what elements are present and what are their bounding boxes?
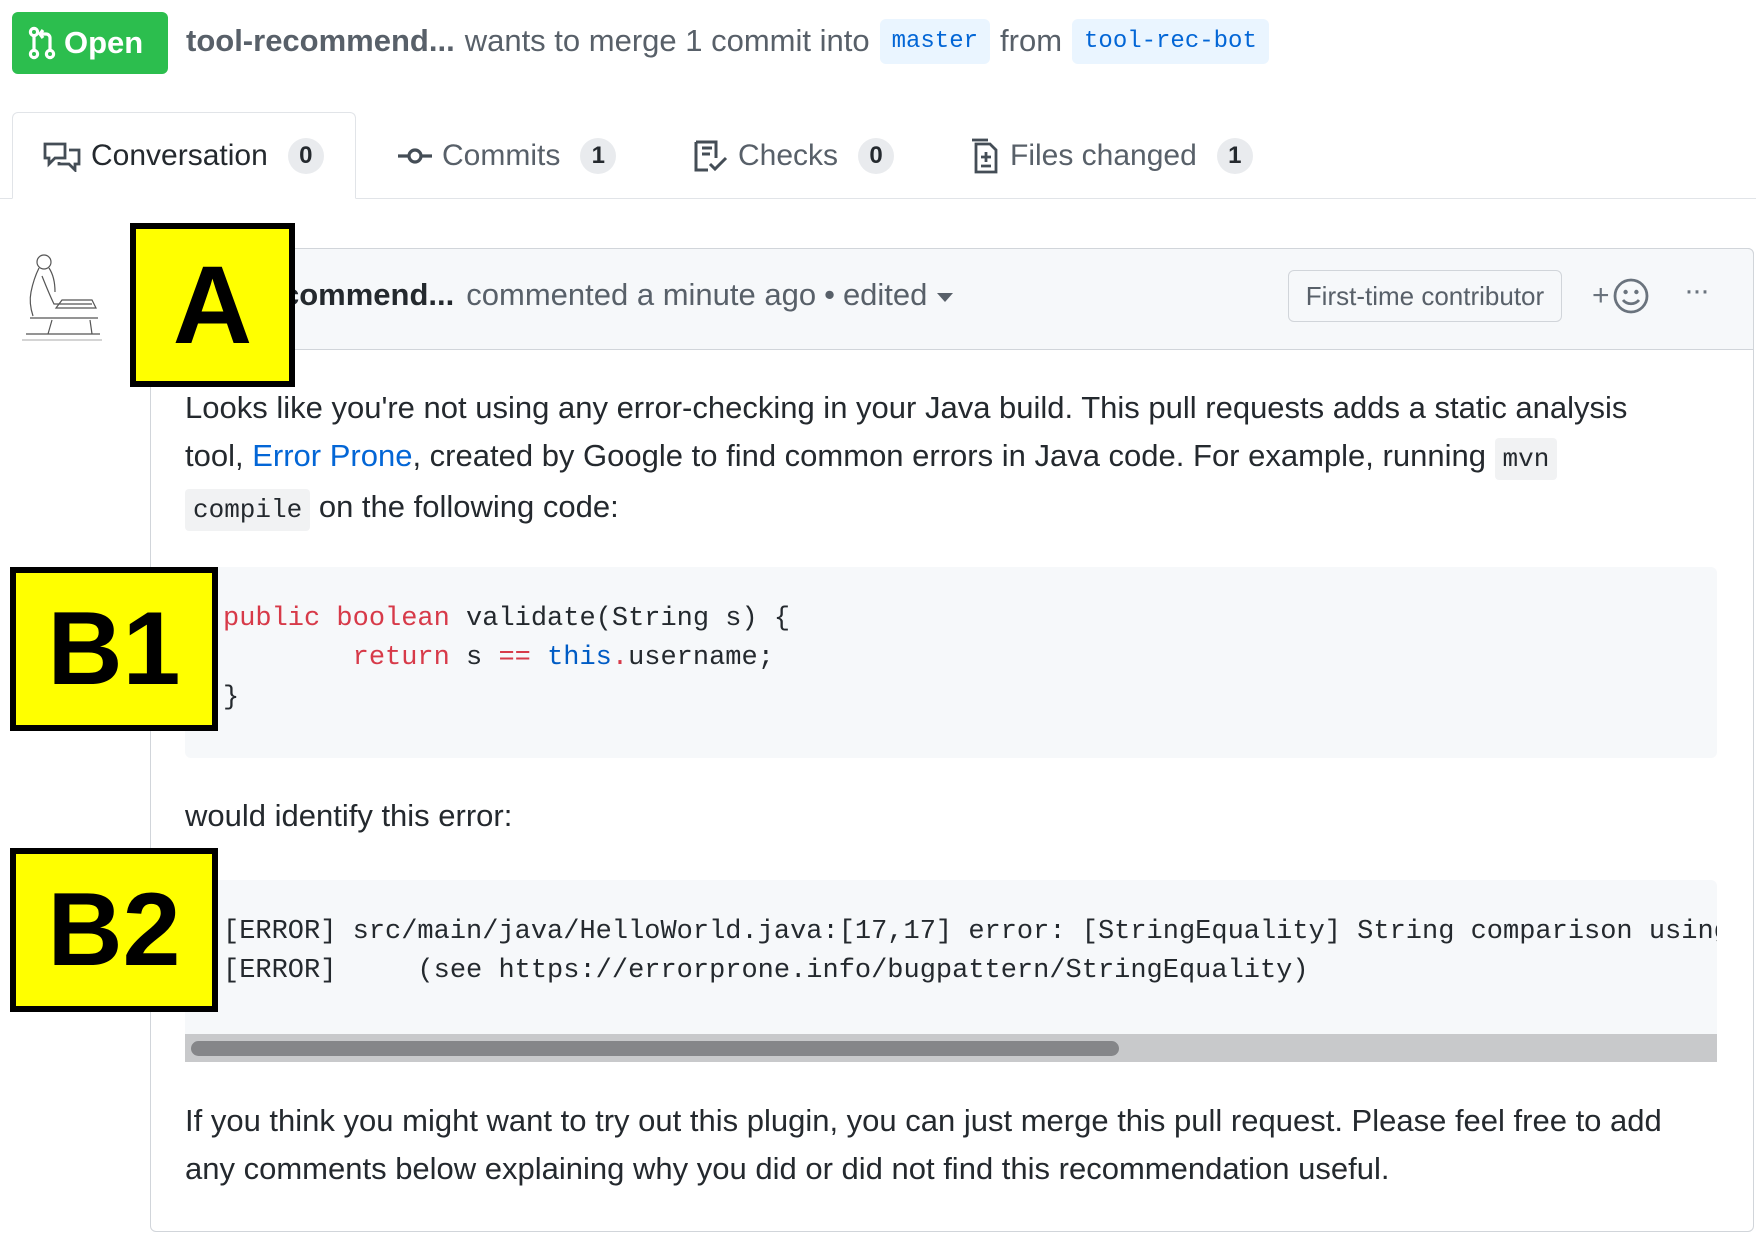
checklist-icon: [694, 140, 728, 171]
paragraph-3-line-1: If you think you might want to try out t…: [185, 1103, 1662, 1138]
file-diff-icon: [972, 138, 998, 173]
comment-author[interactable]: commend...: [282, 277, 454, 313]
code-text: username;: [628, 643, 774, 673]
code-block-error-output[interactable]: [ERROR] src/main/java/HelloWorld.java:[1…: [185, 880, 1717, 1034]
git-pull-request-icon: [28, 26, 56, 60]
code-dot: .: [611, 643, 629, 673]
plus-icon: +: [1592, 279, 1610, 312]
annotation-marker-b1: B1: [10, 567, 218, 731]
edited-dropdown[interactable]: edited: [843, 277, 927, 313]
code-line-3: }: [223, 683, 240, 713]
tab-checks-count: 0: [858, 137, 895, 174]
pr-state-label: Open: [64, 25, 144, 60]
code-line-1: public boolean validate(String s) {: [223, 604, 790, 634]
pr-from-text: from: [1000, 23, 1063, 58]
smiley-icon: [1613, 278, 1648, 314]
error-prone-link[interactable]: Error Prone: [252, 438, 412, 473]
pr-merge-text: wants to merge 1 commit into: [464, 23, 870, 58]
paragraph-1-line-2: tool, Error Prone, created by Google to …: [185, 432, 1725, 483]
add-reaction-button[interactable]: +: [1592, 276, 1650, 316]
avatar[interactable]: [12, 246, 114, 348]
first-time-contributor-badge: First-time contributor: [1288, 270, 1562, 322]
code-keyword: return: [352, 643, 450, 673]
tab-files-changed[interactable]: Files changed 1: [970, 112, 1253, 199]
code-line-2: return s == this.username;: [223, 643, 774, 673]
pr-summary: tool-recommend... wants to merge 1 commi…: [186, 18, 1279, 64]
comment-timestamp[interactable]: commented a minute ago: [466, 277, 816, 313]
paragraph-3-line-2: any comments below explaining why you di…: [185, 1151, 1390, 1186]
tab-conversation[interactable]: Conversation 0: [12, 112, 356, 199]
comment-paragraph-1: Looks like you're not using any error-ch…: [185, 384, 1725, 534]
code-block-java: public boolean validate(String s) { retu…: [185, 567, 1717, 758]
avatar-drawing: [22, 254, 102, 341]
code-this: this: [547, 643, 612, 673]
code-keyword: public: [223, 604, 321, 634]
tab-conversation-count: 0: [287, 137, 324, 174]
code-text: s: [449, 643, 499, 673]
inline-code-compile: compile: [185, 489, 311, 531]
code-operator: ==: [498, 643, 531, 673]
tab-checks[interactable]: Checks 0: [692, 112, 895, 199]
tab-conversation-label: Conversation: [91, 138, 268, 172]
head-branch-ref[interactable]: tool-rec-bot: [1072, 18, 1269, 64]
pr-author-link[interactable]: tool-recommend...: [186, 23, 455, 59]
pr-state-badge: Open: [12, 12, 168, 74]
scrollbar-thumb[interactable]: [191, 1041, 1119, 1056]
tab-files-changed-count: 1: [1216, 137, 1253, 174]
code-text: validate(String s) {: [449, 604, 791, 634]
error-line-2: [ERROR] (see https://errorprone.info/bug…: [223, 956, 1309, 986]
comment-discussion-icon: [43, 142, 81, 172]
paragraph-1-text-3: on the following code:: [310, 489, 619, 524]
error-line-1: [ERROR] src/main/java/HelloWorld.java:[1…: [223, 917, 1717, 947]
tab-commits-label: Commits: [442, 138, 561, 172]
git-commit-icon: [398, 147, 432, 164]
comment-paragraph-2: would identify this error:: [185, 798, 513, 833]
paragraph-1-text: tool,: [185, 438, 253, 473]
tab-files-changed-label: Files changed: [1010, 138, 1197, 172]
comment-paragraph-3: If you think you might want to try out t…: [185, 1097, 1725, 1193]
annotation-marker-a: A: [130, 223, 295, 387]
chevron-down-icon[interactable]: [937, 292, 954, 302]
paragraph-1-line-1: Looks like you're not using any error-ch…: [185, 390, 1628, 425]
inline-code-mvn: mvn: [1494, 438, 1558, 480]
annotation-marker-b2: B2: [10, 848, 218, 1012]
kebab-menu-icon[interactable]: ···: [1684, 274, 1710, 308]
tab-commits-count: 1: [580, 137, 617, 174]
paragraph-1-line-3: compile on the following code:: [185, 483, 1725, 534]
code-keyword: boolean: [336, 604, 450, 634]
tab-commits[interactable]: Commits 1: [398, 112, 617, 199]
comment-header-text: commend... commented a minute ago • edit…: [282, 272, 954, 318]
base-branch-ref[interactable]: master: [879, 18, 991, 64]
tab-checks-label: Checks: [738, 138, 839, 172]
comment-separator: •: [824, 277, 835, 312]
paragraph-1-text-2: , created by Google to find common error…: [412, 438, 1495, 473]
